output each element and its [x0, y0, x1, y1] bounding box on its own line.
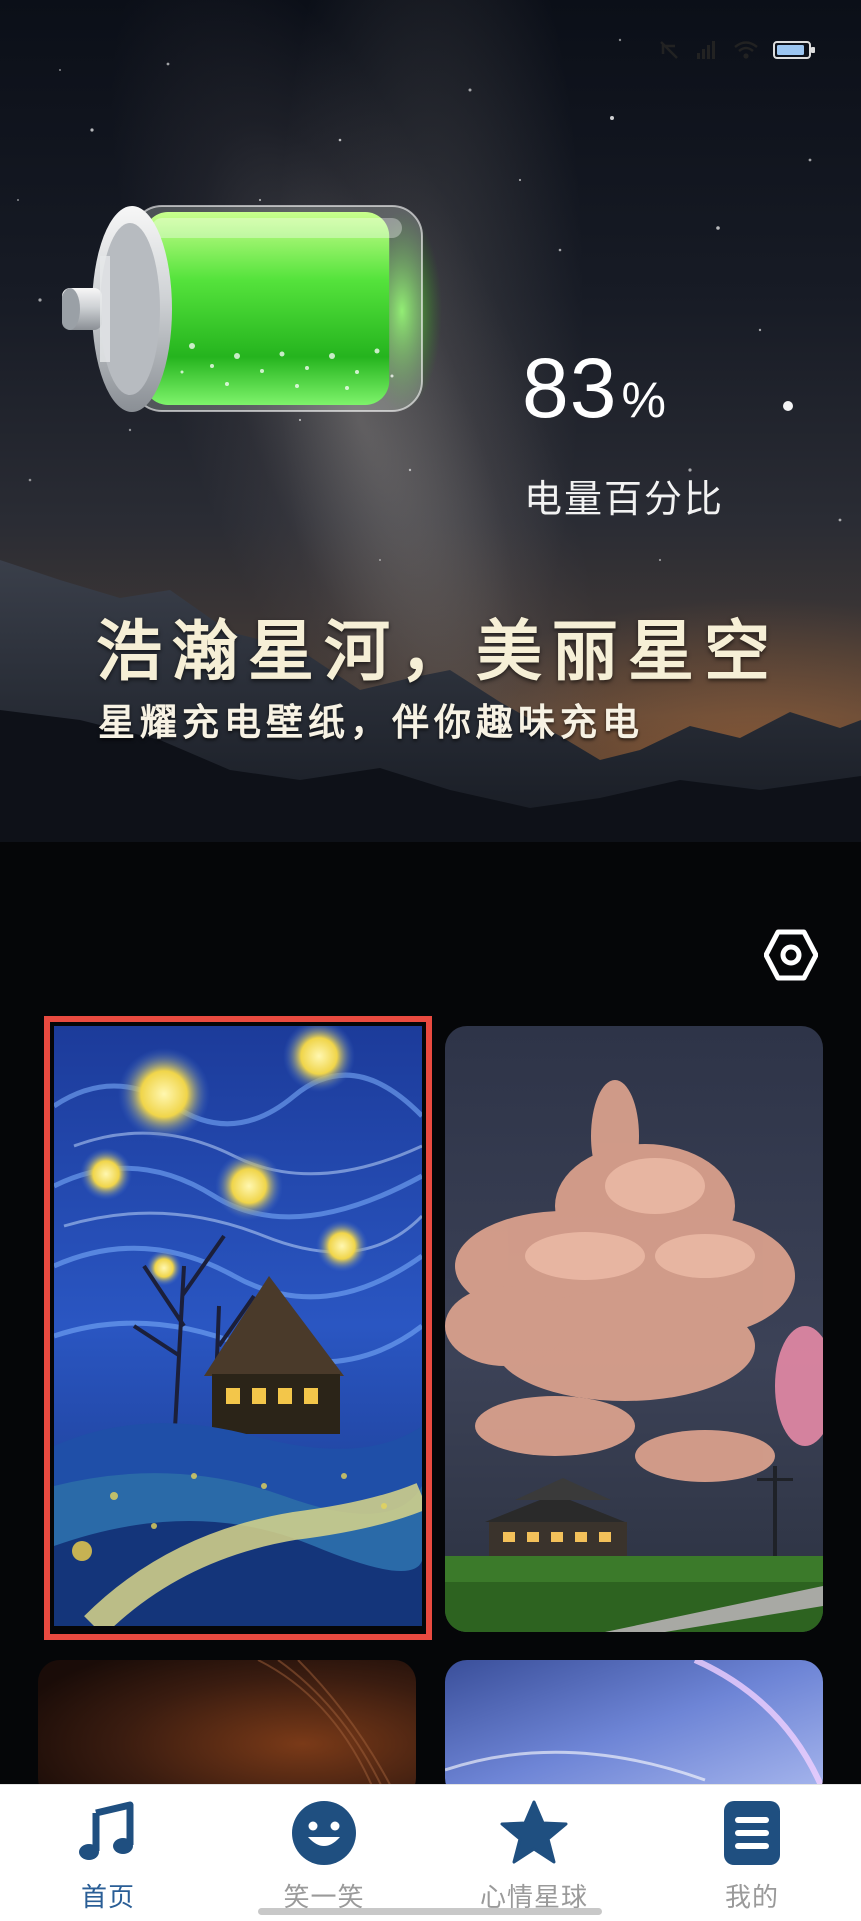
- wallpaper-card-blue-sky[interactable]: [445, 1660, 823, 1800]
- nav-mood-planet[interactable]: 心情星球: [444, 1785, 624, 1921]
- wallpaper-thumbnail: [54, 1026, 422, 1626]
- battery-percent-value: 83: [522, 341, 618, 435]
- nav-home-label: 首页: [80, 1883, 135, 1913]
- mute-icon: [660, 41, 678, 59]
- battery-percent-label: 电量百分比: [524, 477, 725, 521]
- battery-graphic: [62, 205, 442, 412]
- wallpaper-thumbnail: [38, 1660, 416, 1800]
- wallpaper-card-brown-nebula[interactable]: [38, 1660, 416, 1800]
- home-indicator[interactable]: [258, 1908, 602, 1915]
- wallpaper-thumbnail: [445, 1660, 823, 1800]
- wifi-icon: [734, 41, 758, 59]
- wallpaper-card-starry-night[interactable]: [54, 1026, 422, 1626]
- nav-mine-label: 我的: [724, 1883, 779, 1913]
- battery-icon: [773, 41, 815, 59]
- nav-home[interactable]: 首页: [18, 1785, 198, 1921]
- nav-mine[interactable]: 我的: [662, 1785, 842, 1921]
- hero-banner: 83 % 电量百分比 浩瀚星河，美丽星空 星耀充电壁纸，伴你趣味充电: [0, 0, 861, 842]
- bottom-navigation: 首页 笑一笑 心情星球 我的: [0, 1784, 861, 1921]
- hero-headline: 浩瀚星河，美丽星空: [96, 613, 780, 690]
- nav-laugh[interactable]: 笑一笑: [234, 1785, 414, 1921]
- star-icon: [500, 1800, 568, 1864]
- smiley-face-icon: [292, 1801, 356, 1865]
- wallpaper-thumbnail: [445, 1026, 823, 1632]
- wallpaper-card-pink-clouds[interactable]: [445, 1026, 823, 1632]
- music-note-icon: [79, 1801, 134, 1860]
- menu-list-icon: [724, 1801, 780, 1865]
- battery-percentage: 83 %: [522, 340, 666, 437]
- signal-icon: [697, 41, 715, 59]
- battery-percent-unit: %: [621, 372, 666, 428]
- settings-hexagon-icon[interactable]: [764, 928, 818, 982]
- status-bar: [0, 0, 861, 90]
- hero-subheadline: 星耀充电壁纸，伴你趣味充电: [98, 701, 644, 744]
